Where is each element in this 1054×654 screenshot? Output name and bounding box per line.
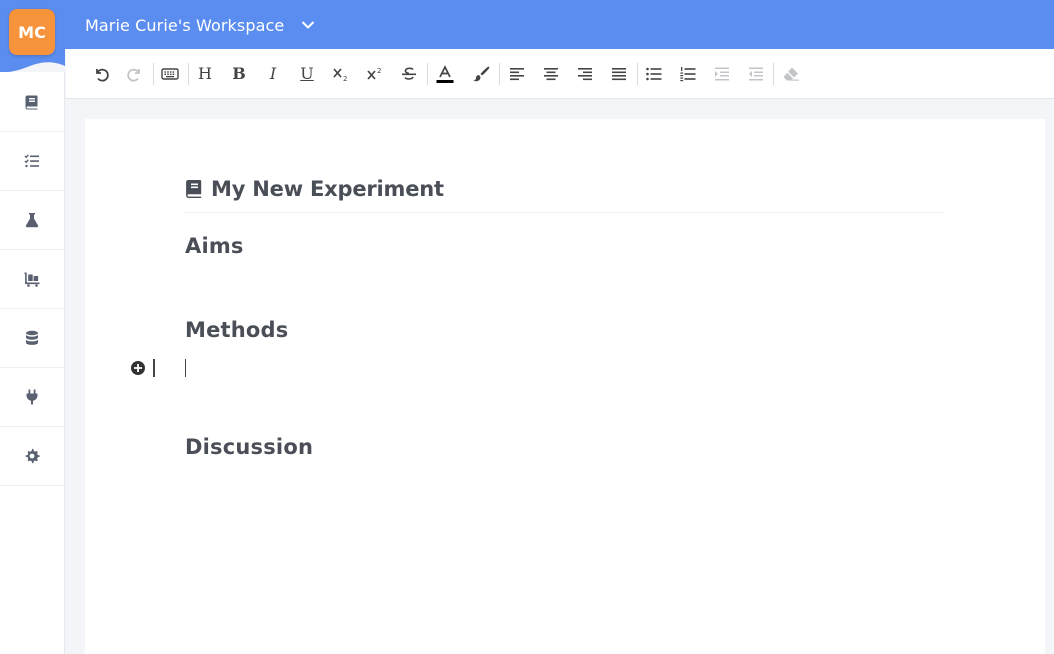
notebook-icon [25,95,38,109]
bold-button[interactable]: B [227,62,251,86]
section-heading-discussion[interactable]: Discussion [185,435,313,459]
strikethrough-icon [402,67,416,80]
avatar[interactable]: MC [9,9,55,55]
align-right-icon [578,68,592,81]
italic-button[interactable]: I [261,62,285,86]
superscript-button[interactable]: 2 [363,62,387,86]
clear-format-button[interactable] [779,62,803,86]
align-left-button[interactable] [505,62,529,86]
dolly-icon [24,272,40,287]
redo-icon [127,68,140,82]
top-bar: Marie Curie's Workspace [0,0,1054,49]
sidebar-item-tasks[interactable] [0,132,64,191]
font-color-button[interactable] [433,62,457,86]
underline-button[interactable]: U [295,62,319,86]
heading-button[interactable]: H [193,62,217,86]
sidebar-item-database[interactable] [0,309,64,368]
workspace-switcher[interactable]: Marie Curie's Workspace [85,13,315,37]
gear-icon [25,448,40,464]
keyboard-icon [161,68,179,80]
subscript-button[interactable]: 2 [329,62,353,86]
outdent-icon [749,67,763,81]
toolbar-divider [499,63,500,85]
add-block-icon[interactable] [130,360,146,376]
checklist-icon [24,154,39,168]
title-divider [185,212,945,213]
redo-button[interactable] [123,62,147,86]
justify-button[interactable] [607,62,631,86]
editor-toolbar: H B I U 2 2 [66,49,1054,99]
subscript-icon: 2 [333,68,347,83]
indent-button[interactable] [710,62,734,86]
undo-button[interactable] [89,62,113,86]
document-title-row: My New Experiment [185,177,444,201]
strikethrough-button[interactable] [397,62,421,86]
toolbar-divider [188,63,189,85]
toolbar-divider [773,63,774,85]
sidebar-item-experiments[interactable] [0,191,64,250]
section-heading-aims[interactable]: Aims [185,234,244,258]
workspace-name: Marie Curie's Workspace [85,15,285,35]
align-right-button[interactable] [573,62,597,86]
sidebar-item-notebooks[interactable] [0,72,64,132]
outdent-button[interactable] [744,62,768,86]
chevron-down-icon [301,18,315,32]
font-color-icon [436,65,454,83]
document-editor[interactable]: My New Experiment Aims Methods Discussio… [85,119,1045,654]
toolbar-divider [637,63,638,85]
plug-icon [26,389,38,405]
sidebar-item-settings[interactable] [0,427,64,486]
paint-brush-icon [473,66,490,82]
highlight-button[interactable] [469,62,493,86]
toolbar-divider [427,63,428,85]
align-center-button[interactable] [539,62,563,86]
section-heading-methods[interactable]: Methods [185,318,289,342]
svg-text:2: 2 [377,67,381,75]
document-title[interactable]: My New Experiment [211,177,444,201]
superscript-icon: 2 [367,67,381,80]
sidebar-item-integrations[interactable] [0,368,64,427]
svg-text:2: 2 [343,75,347,83]
text-caret [185,359,186,377]
align-justify-icon [612,68,626,81]
undo-icon [96,68,109,82]
sidebar-item-inventory[interactable] [0,250,64,309]
align-left-icon [510,68,524,81]
bullet-list-button[interactable] [642,62,666,86]
bullet-list-icon [646,67,662,81]
keyboard-button[interactable] [158,62,182,86]
sidebar [0,72,65,654]
block-handle[interactable] [153,359,155,377]
indent-icon [715,67,729,81]
eraser-icon [783,67,799,81]
toolbar-divider [153,63,154,85]
database-icon [26,330,38,345]
flask-icon [25,213,39,228]
numbered-list-button[interactable] [676,62,700,86]
notebook-icon [185,179,203,199]
align-center-icon [544,68,558,81]
numbered-list-icon [680,67,696,82]
